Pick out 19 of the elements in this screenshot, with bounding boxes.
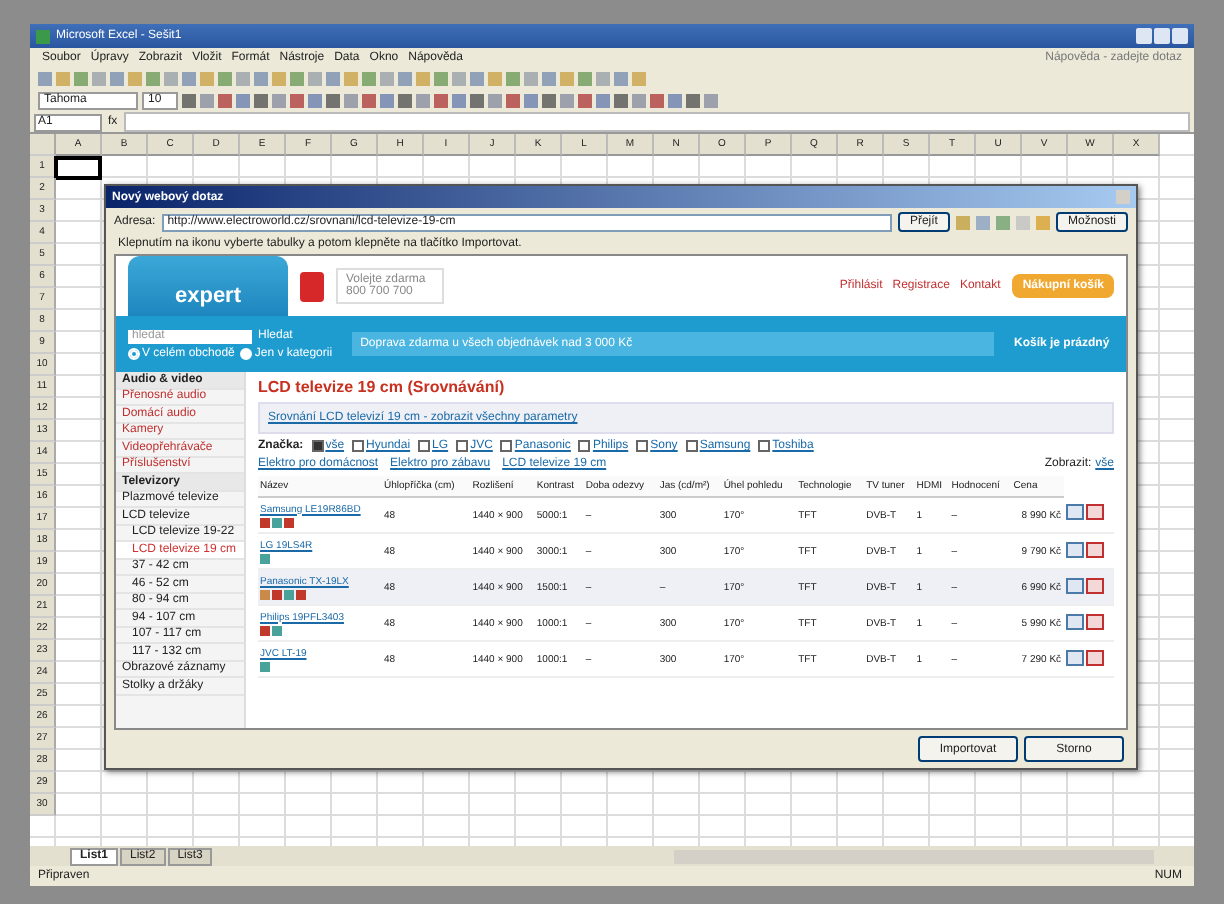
excel-icon: [36, 29, 50, 43]
selected-cell[interactable]: [54, 156, 102, 180]
formula-field[interactable]: [123, 112, 1190, 132]
checkbox[interactable]: [500, 440, 513, 452]
checkbox[interactable]: [636, 440, 649, 452]
store-logo[interactable]: expert: [128, 256, 288, 316]
radio-button[interactable]: [128, 347, 140, 359]
radio-button[interactable]: [240, 347, 253, 359]
checkbox[interactable]: [311, 440, 324, 452]
checkbox[interactable]: [685, 440, 698, 452]
checkbox[interactable]: [578, 440, 591, 452]
horizontal-scrollbar[interactable]: [674, 849, 1154, 863]
checkbox[interactable]: [352, 440, 365, 452]
checkbox[interactable]: [758, 440, 771, 452]
logo-icon: [300, 271, 324, 301]
checkbox[interactable]: [456, 440, 469, 452]
select-all-corner[interactable]: [30, 134, 56, 156]
checkbox[interactable]: [418, 440, 431, 452]
page-heading: LCD televize 19 cm (Srovnávání): [258, 378, 507, 396]
